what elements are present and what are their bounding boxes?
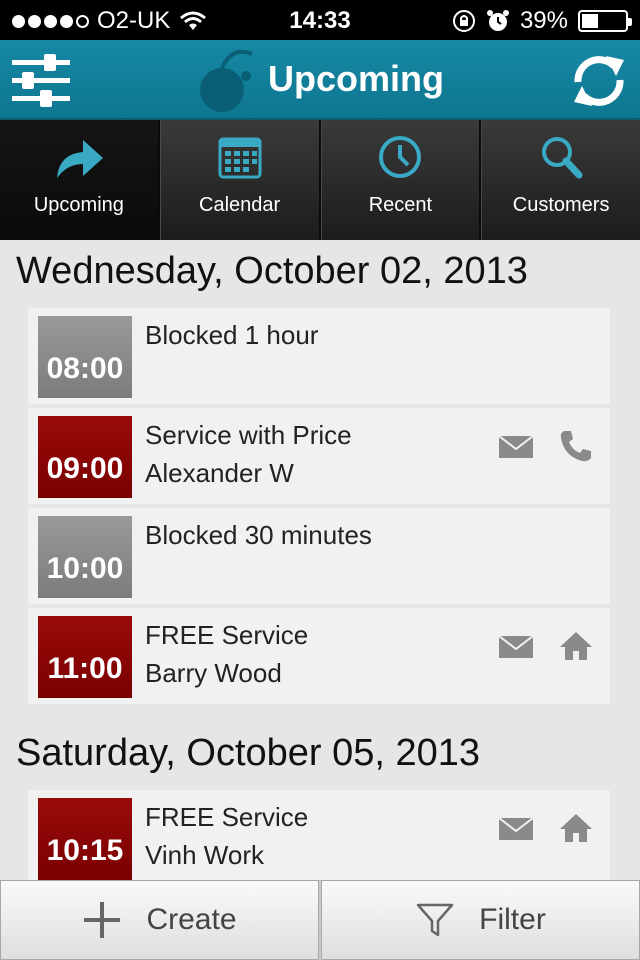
- filter-label: Filter: [479, 903, 546, 936]
- appointment-item[interactable]: 10:15 FREE Service Vinh Work: [28, 790, 610, 880]
- sliders-icon[interactable]: [10, 52, 72, 108]
- customer-name: Barry Wood: [145, 658, 282, 688]
- appointment-title: Blocked 1 hour: [145, 320, 319, 350]
- app-logo: [200, 49, 253, 112]
- appointment-item[interactable]: 08:00 Blocked 1 hour: [28, 308, 610, 404]
- status-right: 39%: [452, 7, 632, 35]
- time-badge: 10:00: [38, 516, 132, 598]
- time-badge: 10:15: [38, 798, 132, 880]
- refresh-icon[interactable]: [570, 52, 628, 110]
- create-button[interactable]: Create: [0, 880, 319, 960]
- appointment-title: FREE Service: [145, 802, 309, 832]
- tab-customers[interactable]: Customers: [481, 120, 640, 240]
- tab-recent[interactable]: Recent: [320, 120, 482, 240]
- day-heading: Wednesday, October 02, 2013: [16, 250, 528, 292]
- search-icon: [542, 137, 583, 179]
- appointment-item[interactable]: 09:00 Service with Price Alexander W: [28, 408, 610, 504]
- page-title: Upcoming: [268, 58, 444, 99]
- mail-icon[interactable]: [498, 428, 534, 464]
- appointment-title: Blocked 30 minutes: [145, 520, 372, 550]
- home-icon[interactable]: [558, 810, 594, 846]
- tab-calendar[interactable]: Calendar: [159, 120, 321, 240]
- time-badge: 11:00: [38, 616, 132, 698]
- appointment-item[interactable]: 11:00 FREE Service Barry Wood: [28, 608, 610, 704]
- customer-name: Vinh Work: [145, 840, 264, 870]
- tab-label: Recent: [368, 194, 433, 216]
- status-bar: O2-UK 14:33 39%: [0, 0, 640, 40]
- create-label: Create: [146, 903, 237, 936]
- tab-label: Calendar: [199, 194, 281, 216]
- day-heading: Saturday, October 05, 2013: [16, 732, 481, 774]
- bottom-toolbar: Create Filter: [0, 880, 640, 960]
- filter-button[interactable]: Filter: [321, 880, 640, 960]
- clock-icon: [379, 136, 422, 178]
- mail-icon[interactable]: [498, 628, 534, 664]
- forward-arrow-icon: [56, 140, 103, 178]
- rotation-lock-icon: [452, 10, 475, 32]
- time-badge: 09:00: [38, 416, 132, 498]
- tab-label: Upcoming: [33, 194, 124, 216]
- calendar-icon: [218, 137, 262, 179]
- phone-icon[interactable]: [558, 428, 594, 464]
- appointment-title: Service with Price: [145, 420, 352, 450]
- tab-bar: Upcoming Calendar Recent Customers: [0, 120, 640, 240]
- battery-icon: [578, 10, 632, 32]
- appointment-item[interactable]: 10:00 Blocked 30 minutes: [28, 508, 610, 604]
- home-icon[interactable]: [558, 628, 594, 664]
- appointment-title: FREE Service: [145, 620, 309, 650]
- battery-percent: 39%: [519, 7, 568, 34]
- mail-icon[interactable]: [498, 810, 534, 846]
- time-badge: 08:00: [38, 316, 132, 398]
- alarm-icon: [486, 10, 509, 31]
- plus-icon: [84, 902, 121, 938]
- tab-upcoming[interactable]: Upcoming: [0, 120, 160, 240]
- filter-icon: [416, 903, 454, 937]
- appointment-list: Wednesday, October 02, 2013 08:00 Blocke…: [0, 240, 640, 880]
- tab-label: Customers: [512, 194, 610, 216]
- header-bar: Upcoming: [0, 40, 640, 120]
- customer-name: Alexander W: [145, 458, 294, 488]
